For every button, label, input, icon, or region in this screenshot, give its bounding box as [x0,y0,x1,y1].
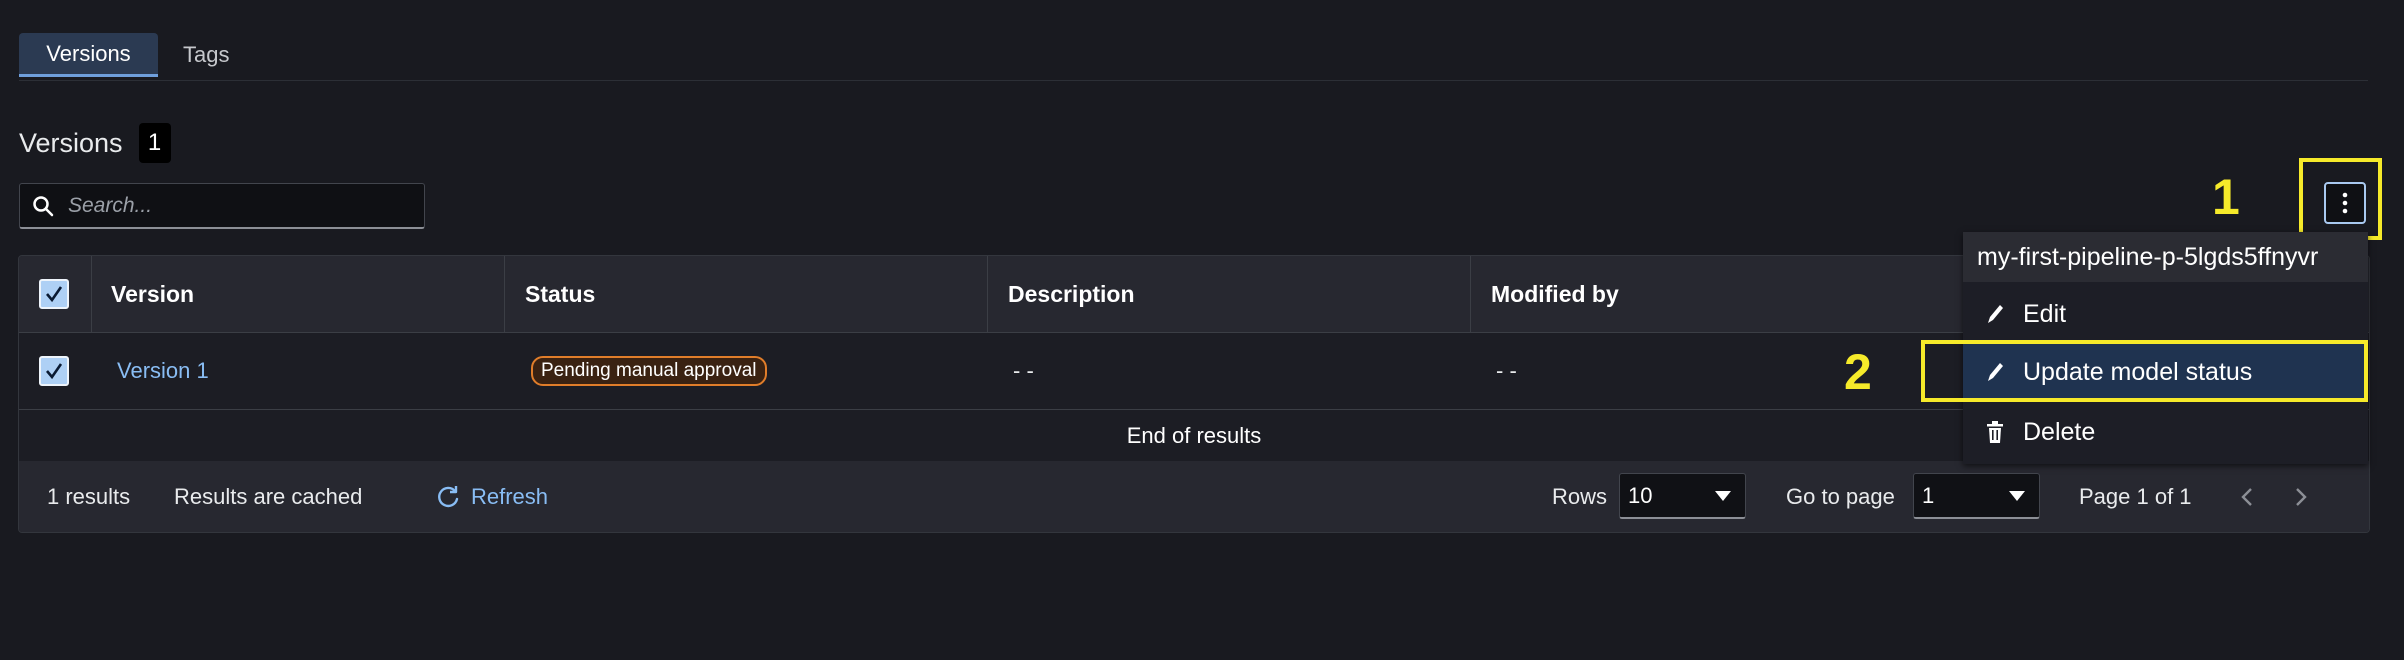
check-icon [46,363,63,380]
versions-heading: Versions 1 [19,123,171,163]
next-page-button[interactable] [2295,461,2307,532]
refresh-label: Refresh [471,484,549,509]
status-cell: Pending manual approval [531,333,767,409]
column-header-version[interactable]: Version [111,256,194,332]
menu-item-delete[interactable]: Delete [1963,403,2368,461]
refresh-icon [438,486,459,508]
refresh-button[interactable]: Refresh [435,461,549,532]
search-input[interactable] [66,192,390,219]
modified-by-cell: - - [1496,358,1517,383]
select-all-checkbox[interactable] [39,279,69,309]
rows-select[interactable]: 10 [1619,473,1746,519]
status-badge: Pending manual approval [531,356,767,386]
annotation-box-2 [1921,340,2368,402]
tab-versions[interactable]: Versions [19,33,158,77]
goto-page-value: 1 [1922,482,1935,508]
menu-item-label: Delete [2023,417,2096,446]
row-checkbox[interactable] [39,356,69,386]
check-icon [46,286,63,303]
pencil-icon [1988,305,2003,323]
caret-down-icon [1715,490,1731,501]
chevron-left-icon [2241,488,2252,506]
menu-header: my-first-pipeline-p-5lgds5ffnyvr [1963,232,2368,282]
tabs-divider [19,80,2368,81]
chevron-right-icon [2296,488,2307,506]
goto-page-label: Go to page [1786,484,1895,509]
menu-item-label: Edit [2023,299,2067,328]
column-header-status[interactable]: Status [525,256,595,332]
annotation-box-1 [2299,158,2382,240]
description-cell: - - [1013,358,1034,383]
column-header-modified-by[interactable]: Modified by [1491,256,1619,332]
caret-down-icon [2009,490,2025,501]
goto-page-select[interactable]: 1 [1913,473,2040,519]
previous-page-button[interactable] [2241,461,2253,532]
rows-label: Rows [1552,484,1608,509]
search-box [19,183,425,229]
trash-icon [1987,421,2003,443]
tab-tags[interactable]: Tags [183,33,229,77]
page-title: Versions [19,127,123,158]
results-cached: Results are cached [174,484,363,509]
rows-select-value: 10 [1628,482,1653,508]
table-footer: 1 results Results are cached Refresh Row… [19,461,2369,532]
results-count: 1 results [47,484,131,509]
search-icon [33,195,54,216]
annotation-label-2: 2 [1844,344,1872,400]
version-link[interactable]: Version 1 [117,333,209,409]
page-indicator: Page 1 of 1 [2079,484,2192,509]
menu-item-edit[interactable]: Edit [1963,285,2368,343]
annotation-label-1: 1 [2212,169,2240,225]
count-badge: 1 [138,123,171,163]
column-header-description[interactable]: Description [1008,256,1135,332]
